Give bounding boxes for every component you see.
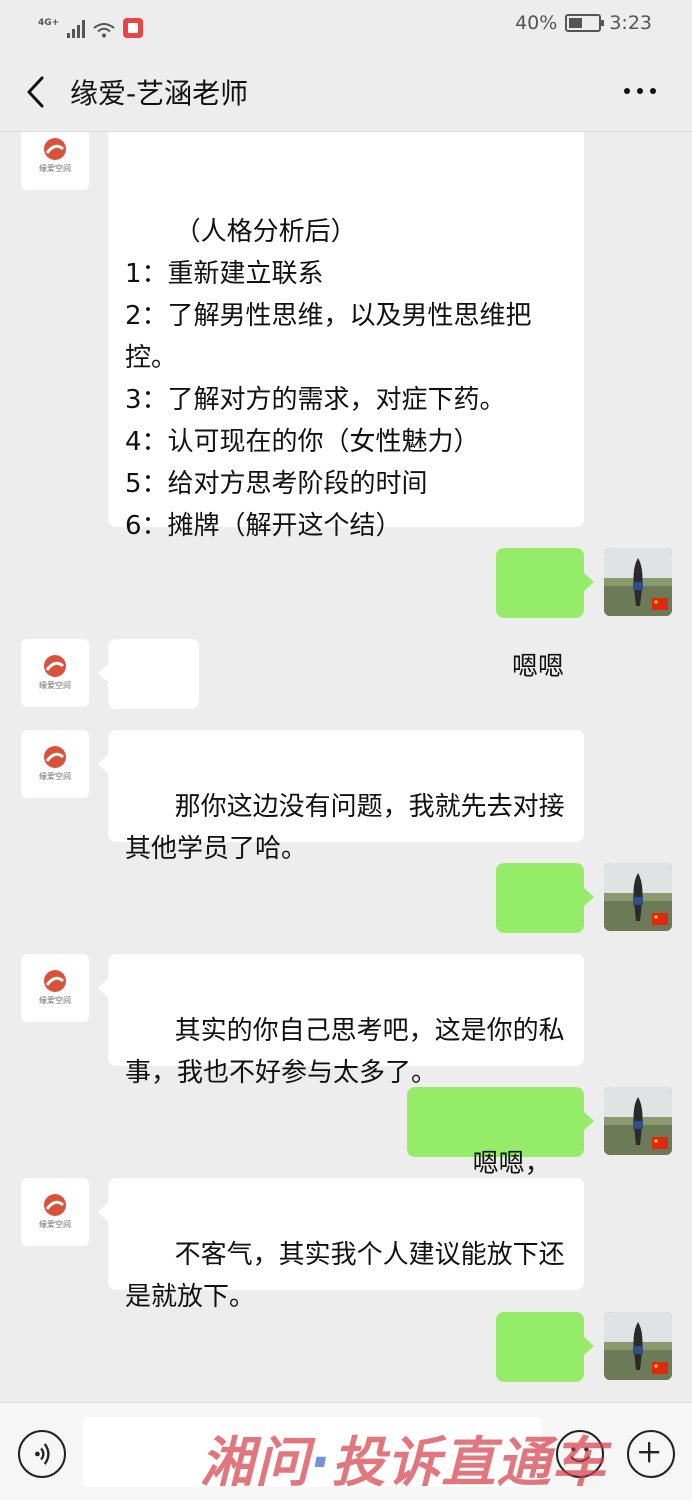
signal-icon (67, 20, 86, 38)
message-bubble-outgoing[interactable]: 好的 (496, 863, 594, 997)
contact-avatar[interactable]: 缘爱空间 (21, 132, 89, 190)
user-avatar[interactable] (604, 548, 672, 616)
logo-text: 缘爱空间 (39, 995, 71, 1005)
message-text: 不客气，其实我个人建议能放下还 是就放下。 (125, 1240, 565, 1312)
logo-icon: 缘爱空间 (39, 746, 71, 781)
message-list[interactable]: 缘爱空间 （人格分析后） 1：重新建立联系 2：了解男性思维，以及男性思维把 控… (0, 132, 692, 1402)
chat-header: 缘爱-艺涵老师 (0, 50, 692, 132)
logo-icon: 缘爱空间 (39, 970, 71, 1005)
message-bubble-outgoing[interactable]: 嗯嗯，谢谢 (407, 1087, 594, 1221)
contact-avatar[interactable]: 缘爱空间 (21, 639, 89, 707)
logo-text: 缘爱空间 (39, 680, 71, 690)
message-bubble-incoming[interactable]: 嗯呢 (98, 639, 199, 773)
message-bubble-incoming[interactable]: （人格分析后） 1：重新建立联系 2：了解男性思维，以及男性思维把 控。 3：了… (108, 132, 584, 541)
logo-icon: 缘爱空间 (39, 655, 71, 690)
user-photo-icon (604, 863, 672, 931)
network-type: 4G+ (38, 18, 60, 28)
message-text: （人格分析后） 1：重新建立联系 2：了解男性思维，以及男性思维把 控。 3：了… (125, 217, 532, 541)
user-avatar[interactable] (604, 1087, 672, 1155)
chat-title: 缘爱-艺涵老师 (70, 77, 249, 110)
message-bubble-outgoing[interactable]: 嗯嗯 (496, 1312, 594, 1382)
message-bubble-outgoing[interactable]: 嗯嗯 (496, 548, 594, 682)
contact-avatar[interactable]: 缘爱空间 (21, 1178, 89, 1246)
contact-avatar[interactable]: 缘爱空间 (21, 954, 89, 1022)
more-icon[interactable] (620, 74, 660, 108)
message-input[interactable] (83, 1417, 541, 1487)
contact-avatar[interactable]: 缘爱空间 (21, 730, 89, 798)
wifi-icon (93, 23, 115, 38)
message-bubble-incoming[interactable]: 其实的你自己思考吧，这是你的私 事，我也不好参与太多了。 (98, 954, 584, 1088)
message-text: 其实的你自己思考吧，这是你的私 事，我也不好参与太多了。 (125, 1016, 565, 1088)
user-photo-icon (604, 1312, 672, 1380)
status-bar: 4G+ 40% 3:23 (0, 0, 692, 50)
message-bubble-incoming[interactable]: 那你这边没有问题，我就先去对接 其他学员了哈。 (98, 730, 584, 864)
logo-icon: 缘爱空间 (39, 1194, 71, 1229)
user-photo-icon (604, 548, 672, 616)
emoji-icon[interactable] (556, 1430, 604, 1478)
user-avatar[interactable] (604, 863, 672, 931)
app-notification-icon (123, 18, 144, 38)
logo-text: 缘爱空间 (39, 163, 71, 173)
message-text: 那你这边没有问题，我就先去对接 其他学员了哈。 (125, 792, 565, 864)
message-text: 嗯嗯 (512, 652, 565, 682)
status-right: 40% 3:23 (515, 12, 652, 34)
plus-icon[interactable] (627, 1430, 675, 1478)
voice-icon[interactable] (18, 1430, 66, 1478)
battery-percent: 40% (515, 12, 558, 34)
status-time: 3:23 (609, 12, 652, 34)
logo-text: 缘爱空间 (39, 771, 71, 781)
input-bar (0, 1402, 692, 1500)
logo-icon: 缘爱空间 (39, 138, 71, 173)
user-avatar[interactable] (604, 1312, 672, 1380)
back-arrow-icon[interactable] (20, 72, 56, 112)
logo-text: 缘爱空间 (39, 1219, 71, 1229)
user-photo-icon (604, 1087, 672, 1155)
battery-icon (565, 14, 605, 32)
message-bubble-incoming[interactable]: 不客气，其实我个人建议能放下还 是就放下。 (98, 1178, 584, 1312)
status-left: 4G+ (38, 10, 144, 38)
